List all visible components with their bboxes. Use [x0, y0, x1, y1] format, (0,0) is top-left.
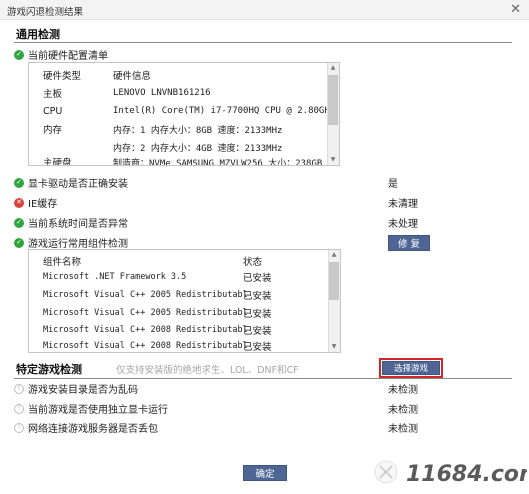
- ok-button[interactable]: 确定: [243, 465, 287, 481]
- scroll-down-icon[interactable]: ▼: [327, 155, 339, 165]
- hardware-label: 当前硬件配置清单: [28, 51, 108, 62]
- hardware-info: LENOVO LNVNB161216: [113, 88, 211, 98]
- component-status: 已安装: [243, 273, 272, 284]
- component-status: 已安装: [243, 326, 272, 337]
- hardware-type: 主板: [43, 89, 63, 100]
- scroll-down-icon[interactable]: ▼: [328, 342, 340, 352]
- component-status: 已安装: [243, 291, 272, 302]
- watermark-text: 11684.com: [406, 462, 527, 487]
- hardware-table[interactable]: 硬件类型 硬件信息 主板 LENOVO LNVNB161216 CPU Inte…: [28, 62, 340, 166]
- components-col-status: 状态: [243, 257, 263, 268]
- hardware-info: 内存：2 内存大小：4GB 速度：2133MHz: [113, 143, 283, 154]
- component-name: Microsoft Visual C++ 2008 Redistributabl: [43, 325, 248, 335]
- components-table[interactable]: 组件名称 状态 Microsoft .NET Framework 3.5 已安装…: [28, 249, 341, 353]
- check-ok-icon: ✓: [14, 177, 24, 188]
- watermark-logo-icon: [374, 460, 398, 484]
- check-packet-loss: ! 网络连接游戏服务器是否丢包: [14, 420, 158, 435]
- components-scrollbar[interactable]: ▲ ▼: [328, 250, 340, 352]
- scroll-up-icon[interactable]: ▲: [328, 250, 340, 260]
- hardware-col-info: 硬件信息: [113, 71, 152, 82]
- check-ie-cache: ✕ IE缓存: [14, 195, 57, 210]
- install-dir-status: 未检测: [388, 385, 418, 396]
- hardware-scrollbar[interactable]: ▲ ▼: [327, 63, 339, 165]
- close-icon[interactable]: ✕: [510, 2, 521, 17]
- check-label: 显卡驱动是否正确安装: [28, 179, 128, 190]
- hardware-info: 内存：1 内存大小：8GB 速度：2133MHz: [113, 125, 283, 136]
- site-watermark: 11684.com: [374, 460, 527, 487]
- components-col-name: 组件名称: [43, 257, 82, 268]
- component-name: Microsoft .NET Framework 3.5: [43, 272, 187, 282]
- check-gpu-driver: ✓ 显卡驱动是否正确安装: [14, 175, 128, 190]
- hardware-type: 内存: [43, 125, 63, 136]
- component-name: Microsoft Visual C++ 2005 Redistributabl: [43, 290, 248, 300]
- hardware-info: 制造商：NVMe SAMSUNG MZVLW256 大小：238GB: [113, 158, 323, 166]
- hardware-info: Intel(R) Core(TM) i7-7700HQ CPU @ 2.80GH…: [113, 106, 336, 116]
- check-discrete-gpu: ! 当前游戏是否使用独立显卡运行: [14, 401, 168, 416]
- hardware-check: ✓ 当前硬件配置清单: [14, 47, 108, 62]
- check-label: 游戏安装目录是否为乱码: [28, 385, 138, 396]
- ie-cache-status: 未清理: [388, 199, 418, 210]
- scroll-thumb[interactable]: [328, 75, 338, 125]
- check-label: 网络连接游戏服务器是否丢包: [28, 424, 158, 435]
- specific-divider: [14, 378, 512, 379]
- component-status: 已安装: [243, 309, 272, 320]
- discrete-gpu-status: 未检测: [388, 405, 418, 416]
- hardware-col-type: 硬件类型: [43, 71, 82, 82]
- packet-loss-status: 未检测: [388, 424, 418, 435]
- check-ok-icon: ✓: [14, 217, 24, 228]
- check-label: 当前系统时间是否异常: [28, 219, 128, 230]
- component-name: Microsoft Visual C++ 2005 Redistributabl: [43, 308, 248, 318]
- check-label: IE缓存: [28, 199, 58, 210]
- check-system-time: ✓ 当前系统时间是否异常: [14, 215, 128, 230]
- hardware-type: 主硬盘: [43, 158, 72, 166]
- scroll-thumb[interactable]: [329, 262, 339, 300]
- error-icon: ✕: [14, 197, 24, 208]
- component-status: 已安装: [243, 342, 272, 353]
- pending-icon: !: [14, 383, 24, 394]
- pending-icon: !: [14, 422, 24, 433]
- window-title: 游戏闪退检测结果: [7, 7, 84, 18]
- check-install-dir: ! 游戏安装目录是否为乱码: [14, 381, 138, 396]
- scroll-up-icon[interactable]: ▲: [327, 63, 339, 73]
- repair-button[interactable]: 修 复: [388, 235, 430, 251]
- pending-icon: !: [14, 403, 24, 414]
- check-label: 游戏运行常用组件检测: [28, 239, 128, 250]
- title-bar: 游戏闪退检测结果 ✕: [0, 0, 529, 20]
- general-divider: [14, 42, 512, 43]
- specific-heading: 特定游戏检测: [16, 363, 82, 376]
- general-heading: 通用检测: [16, 28, 60, 41]
- check-components: ✓ 游戏运行常用组件检测: [14, 235, 128, 250]
- check-label: 当前游戏是否使用独立显卡运行: [28, 405, 168, 416]
- specific-hint: 仅支持安装版的绝地求生、LOL、DNF和CF: [116, 365, 299, 376]
- component-name: Microsoft Visual C++ 2008 Redistributabl: [43, 341, 248, 351]
- hardware-type: CPU: [43, 105, 63, 117]
- select-game-button[interactable]: 选择游戏: [382, 361, 440, 375]
- system-time-status: 未处理: [388, 219, 418, 230]
- check-ok-icon: ✓: [14, 49, 24, 60]
- check-ok-icon: ✓: [14, 237, 24, 248]
- gpu-driver-status: 是: [388, 179, 398, 190]
